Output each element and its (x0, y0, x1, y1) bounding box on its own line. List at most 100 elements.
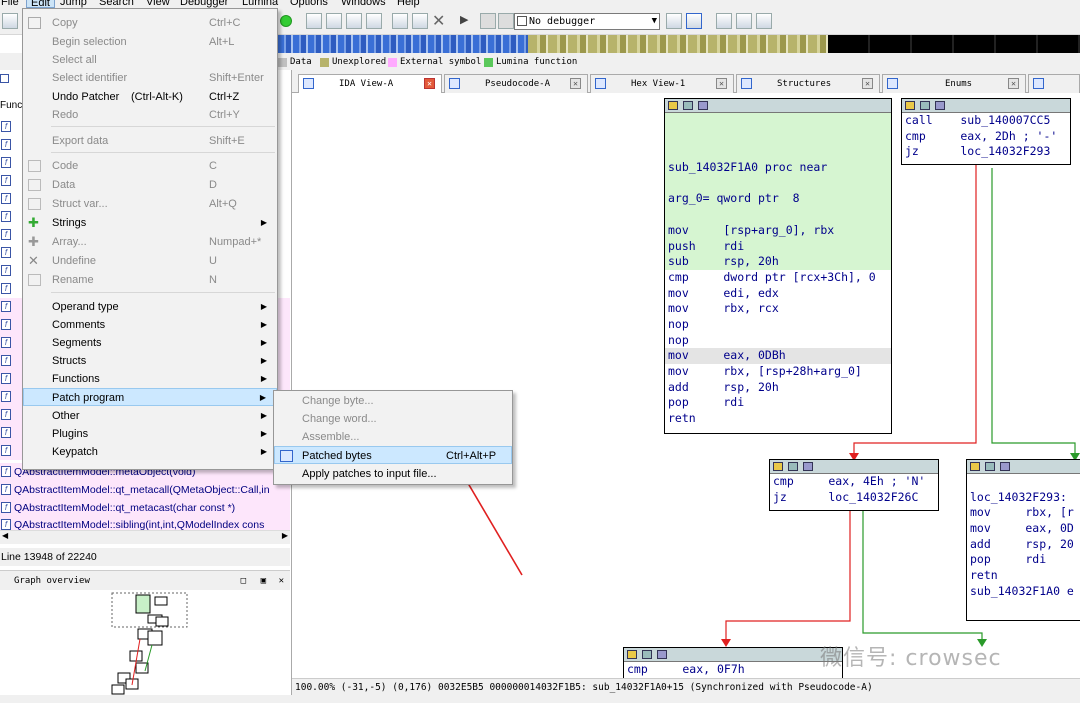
menu-item-undefine[interactable]: ✕ Undefine U (23, 252, 277, 270)
stop-icon[interactable] (498, 13, 514, 29)
data-icon (28, 179, 41, 191)
menu-item-apply-patches[interactable]: Apply patches to input file... (274, 465, 512, 483)
menu-item-keypatch[interactable]: Keypatch ▶ (23, 443, 277, 461)
asm-line: cmp dword ptr [rcx+3Ch], 0 (668, 269, 876, 284)
menu-edit[interactable]: Edit (26, 0, 55, 8)
menu-item-other[interactable]: Other ▶ (23, 407, 277, 425)
asm-line: add rsp, 20h (668, 379, 779, 394)
image-icon[interactable] (412, 13, 428, 29)
graph-node-bottom[interactable]: cmp eax, 0F7h (623, 647, 843, 678)
menu-view[interactable]: View (146, 0, 170, 8)
node-color-icon (905, 101, 915, 110)
tab-structures[interactable]: Structures ✕ (736, 74, 880, 93)
menu-item-patched-bytes[interactable]: Patched bytes Ctrl+Alt+P (274, 446, 512, 464)
close-icon[interactable]: ✕ (279, 571, 284, 591)
menu-item-struct-var[interactable]: Struct var... Alt+Q (23, 195, 277, 213)
menu-jump[interactable]: Jump (60, 0, 87, 8)
debug-tool-1-icon[interactable] (666, 13, 682, 29)
graph-node-mid[interactable]: cmp eax, 4Eh ; 'N' jz loc_14032F26C (769, 459, 939, 511)
node-group-icon (935, 101, 945, 110)
menu-item-rename[interactable]: Rename N (23, 271, 277, 289)
debugger-select[interactable]: No debugger ▼ (514, 13, 660, 30)
menu-item-code[interactable]: Code C (23, 157, 277, 175)
function-row[interactable]: f QAbstractItemModel::qt_metacast(char c… (0, 499, 290, 517)
graph-node-right[interactable]: loc_14032F293: mov rbx, [r mov eax, 0D a… (966, 459, 1080, 621)
chevron-right-icon: ▶ (260, 374, 267, 383)
close-icon[interactable]: ✕ (570, 78, 581, 89)
menu-debugger[interactable]: Debugger (180, 0, 228, 8)
enums-icon (887, 78, 898, 89)
menu-item-operand-type[interactable]: Operand type ▶ (23, 298, 277, 316)
node-group-icon (657, 650, 667, 659)
imports-icon (1033, 78, 1044, 89)
close-x-icon[interactable]: ✕ (432, 11, 445, 31)
menu-item-change-word[interactable]: Change word... (274, 410, 512, 428)
menu-item-select-identifier[interactable]: Select identifier Shift+Enter (23, 69, 277, 87)
function-icon: f (1, 466, 11, 477)
tab-pseudocode-a[interactable]: Pseudocode-A ✕ (444, 74, 588, 93)
graph-view[interactable]: sub_14032F1A0 proc near arg_0= qword ptr… (292, 93, 1080, 678)
menu-item-data[interactable]: Data D (23, 176, 277, 194)
menu-item-functions[interactable]: Functions ▶ (23, 370, 277, 388)
restore-icon[interactable]: □ (241, 571, 246, 591)
debugger-checkbox[interactable] (517, 16, 527, 26)
menu-item-comments[interactable]: Comments ▶ (23, 316, 277, 334)
menu-item-structs[interactable]: Structs ▶ (23, 352, 277, 370)
struct-var-icon (28, 198, 41, 210)
menu-options[interactable]: Options (290, 0, 328, 8)
menu-item-patch-program[interactable]: Patch program ▶ (23, 388, 277, 406)
menu-item-undo[interactable]: Undo Patcher (Ctrl-Alt-K) Ctrl+Z (23, 88, 277, 106)
chevron-right-icon: ▶ (260, 411, 267, 420)
menu-item-select-all[interactable]: Select all (23, 51, 277, 69)
menu-item-redo[interactable]: Redo Ctrl+Y (23, 106, 277, 124)
tab-imports[interactable] (1028, 74, 1080, 93)
graph-overview[interactable] (0, 591, 290, 695)
tab-hex-view-1[interactable]: Hex View-1 ✕ (590, 74, 734, 93)
menu-item-array[interactable]: ✚ Array... Numpad+* (23, 233, 277, 251)
add-icon[interactable] (366, 13, 382, 29)
menu-windows[interactable]: Windows (341, 0, 386, 8)
node-color-icon (970, 462, 980, 471)
graph-tool-1-icon[interactable] (306, 13, 322, 29)
menu-item-assemble[interactable]: Assemble... (274, 428, 512, 446)
open-icon[interactable] (2, 13, 18, 29)
horizontal-scrollbar[interactable]: ◀ ▶ (0, 530, 290, 544)
asm-line (665, 113, 891, 129)
function-row[interactable]: f QAbstractItemModel::qt_metacall(QMetaO… (0, 481, 290, 499)
asm-line: mov [rsp+arg_0], rbx (665, 222, 891, 239)
graph-node-main[interactable]: sub_14032F1A0 proc near arg_0= qword ptr… (664, 98, 892, 434)
close-icon[interactable]: ✕ (862, 78, 873, 89)
asm-line (665, 144, 891, 161)
tab-ida-view-a[interactable]: IDA View-A ✕ (298, 74, 442, 94)
menu-file[interactable]: File (1, 0, 19, 8)
graph-node-right-top[interactable]: call sub_140007CC5 cmp eax, 2Dh ; '-' jz… (901, 98, 1071, 165)
graph-tool-2-icon[interactable] (326, 13, 342, 29)
window-tool-3-icon[interactable] (756, 13, 772, 29)
menu-item-export-data[interactable]: Export data Shift+E (23, 132, 277, 150)
window-tool-1-icon[interactable] (716, 13, 732, 29)
tab-enums[interactable]: Enums ✕ (882, 74, 1026, 93)
menu-help[interactable]: Help (397, 0, 420, 8)
close-icon[interactable]: ✕ (716, 78, 727, 89)
chevron-down-icon: ▼ (651, 16, 657, 26)
window-tool-2-icon[interactable] (736, 13, 752, 29)
menu-lumina[interactable]: Lumina (242, 0, 278, 8)
pause-icon[interactable] (480, 13, 496, 29)
menu-item-plugins[interactable]: Plugins ▶ (23, 425, 277, 443)
star-icon[interactable] (392, 13, 408, 29)
debug-tool-2-icon[interactable] (686, 13, 702, 29)
function-icon: f (1, 193, 11, 204)
float-icon[interactable]: ▣ (261, 571, 266, 591)
close-icon[interactable]: ✕ (424, 78, 435, 89)
menu-item-segments[interactable]: Segments ▶ (23, 334, 277, 352)
menu-item-copy[interactable]: Copy Ctrl+C (23, 14, 277, 32)
function-icon: f (1, 427, 11, 438)
menu-search[interactable]: Search (99, 0, 134, 8)
menu-item-begin-selection[interactable]: Begin selection Alt+L (23, 33, 277, 51)
menu-item-change-byte[interactable]: Change byte... (274, 392, 512, 410)
graph-tool-3-icon[interactable] (346, 13, 362, 29)
menu-item-strings[interactable]: ✚ Strings ▶ (23, 214, 277, 232)
run-green-icon[interactable] (280, 15, 292, 27)
close-icon[interactable]: ✕ (1008, 78, 1019, 89)
play-icon[interactable]: ▶ (460, 13, 476, 29)
